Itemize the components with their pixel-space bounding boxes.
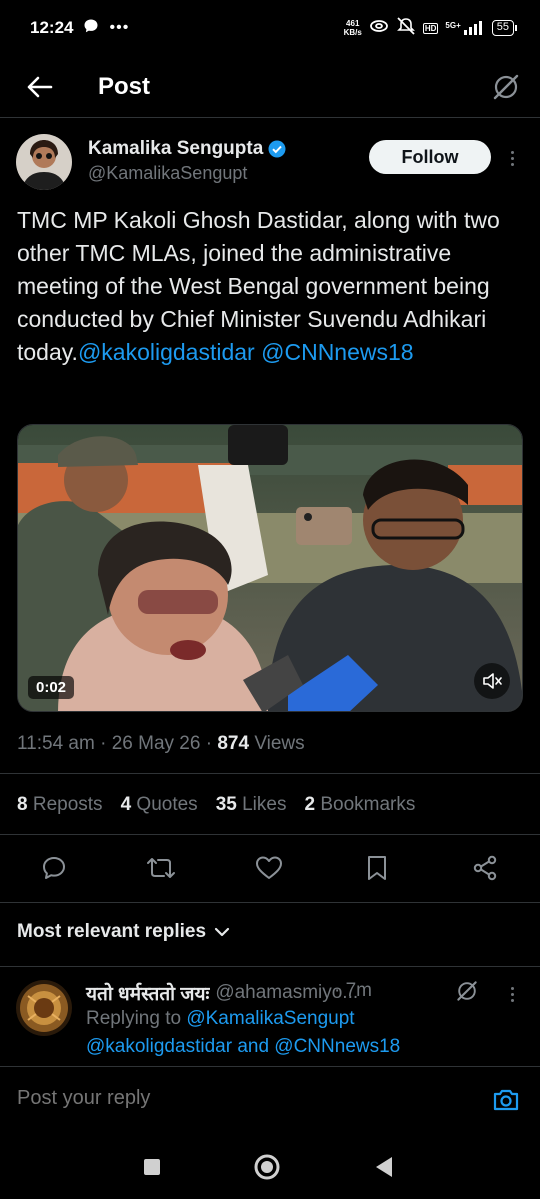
chevron-down-icon xyxy=(214,927,230,937)
heart-icon xyxy=(256,856,282,879)
bookmarks-stat[interactable]: 2 Bookmarks xyxy=(304,794,415,816)
camera-button[interactable] xyxy=(490,1085,522,1115)
replying-and: and xyxy=(237,1036,270,1057)
triangle-back-icon xyxy=(376,1157,392,1177)
chat-notification-icon xyxy=(83,18,99,39)
square-icon xyxy=(144,1159,160,1175)
more-options-button[interactable] xyxy=(502,144,522,172)
replying-prefix: Replying to xyxy=(86,1008,182,1029)
author-handle[interactable]: @KamalikaSengupt xyxy=(88,163,247,184)
divider xyxy=(0,966,540,967)
bookmarks-count: 2 xyxy=(304,794,316,815)
repost-button[interactable] xyxy=(143,850,179,886)
home-button[interactable] xyxy=(252,1152,282,1182)
network-label: 5G+ xyxy=(445,21,461,30)
bookmark-button[interactable] xyxy=(359,850,395,886)
divider xyxy=(0,773,540,774)
mute-status-icon xyxy=(396,16,416,40)
top-app-bar: Post xyxy=(0,56,540,118)
net-speed-unit: KB/s xyxy=(343,28,362,37)
reply-button[interactable] xyxy=(36,850,72,886)
post-author: Kamalika Sengupta @KamalikaSengupt Follo… xyxy=(16,134,524,194)
reply-more-button[interactable] xyxy=(502,982,522,1006)
follow-button[interactable]: Follow xyxy=(369,140,491,174)
reposts-stat[interactable]: 8 Reposts xyxy=(17,794,103,816)
author-name[interactable]: Kamalika Sengupta xyxy=(88,138,286,160)
reply-avatar[interactable] xyxy=(16,980,72,1036)
more-dots-icon xyxy=(510,986,514,990)
hd-icon: HD xyxy=(422,22,439,34)
replying-to-more[interactable]: @kakoligdastidar and @CNNnews18 xyxy=(86,1036,400,1058)
reply-item[interactable]: यतो धर्मस्ततो जयः @ahamasmiyo... · 7m Re… xyxy=(16,978,524,1062)
reposts-label: Reposts xyxy=(32,794,103,815)
like-button[interactable] xyxy=(251,850,287,886)
arrow-left-icon xyxy=(27,76,53,97)
system-nav-bar xyxy=(0,1134,540,1199)
reply-icon xyxy=(43,857,65,879)
quotes-stat[interactable]: 4 Quotes xyxy=(121,794,198,816)
post-actions xyxy=(0,850,540,886)
quotes-count: 4 xyxy=(120,794,132,815)
status-time: 12:24 xyxy=(30,18,74,37)
mention-link[interactable]: @kakoligdastidar xyxy=(78,339,255,365)
share-button[interactable] xyxy=(467,850,503,886)
divider xyxy=(0,902,540,903)
camera-icon xyxy=(493,1089,519,1111)
more-notifications-icon: ••• xyxy=(109,19,130,36)
author-name-text: Kamalika Sengupta xyxy=(88,138,264,159)
mention-link[interactable]: @CNNnews18 xyxy=(261,339,413,365)
replies-sort-label: Most relevant replies xyxy=(17,921,207,942)
reply-time: · 7m xyxy=(334,980,372,1001)
reply-grok-button[interactable] xyxy=(454,978,480,1004)
post-text: TMC MP Kakoli Ghosh Dastidar, along with… xyxy=(17,204,517,369)
likes-label: Likes xyxy=(242,794,287,815)
mention-link[interactable]: @CNNnews18 xyxy=(274,1036,400,1057)
video-thumbnail xyxy=(18,425,522,711)
author-avatar[interactable] xyxy=(16,134,72,190)
hotspot-icon xyxy=(369,18,389,39)
net-speed: 461 KB/s xyxy=(344,19,362,37)
back-button[interactable] xyxy=(20,67,60,107)
net-speed-value: 461 xyxy=(346,19,360,28)
page-title: Post xyxy=(98,72,151,100)
divider xyxy=(0,834,540,835)
reply-header: यतो धर्मस्ततो जयः @ahamasmiyo... xyxy=(86,980,358,1006)
post-stats: 8 Reposts 4 Quotes 35 Likes 2 Bookmarks xyxy=(17,794,415,816)
bookmarks-label: Bookmarks xyxy=(320,794,416,815)
grok-button[interactable] xyxy=(488,69,524,105)
replying-to: Replying to @KamalikaSengupt xyxy=(86,1008,355,1030)
grok-icon xyxy=(493,74,519,99)
views-count: 874 xyxy=(217,733,250,754)
reposts-count: 8 xyxy=(17,794,28,815)
bookmark-icon xyxy=(368,856,386,880)
quotes-label: Quotes xyxy=(136,794,198,815)
video-player[interactable]: 0:02 xyxy=(17,424,523,712)
likes-stat[interactable]: 35 Likes xyxy=(216,794,287,816)
mute-button[interactable] xyxy=(474,663,510,699)
post-metadata: 11:54 am · 26 May 26 · 874 Views xyxy=(17,733,305,754)
post-time: 11:54 am xyxy=(17,733,95,754)
views-label[interactable]: Views xyxy=(254,733,304,754)
battery-indicator: 55 xyxy=(491,20,518,36)
share-icon xyxy=(473,855,497,881)
signal-icon: 5G+ xyxy=(445,21,484,35)
speaker-muted-icon xyxy=(483,673,502,689)
recents-button[interactable] xyxy=(137,1152,167,1182)
status-bar: 12:24 ••• 461 KB/s HD 5G+ 55 xyxy=(0,0,540,56)
mention-link[interactable]: @kakoligdastidar xyxy=(86,1036,232,1057)
grok-icon xyxy=(457,981,477,1001)
repost-icon xyxy=(147,858,175,878)
post-date: 26 May 26 xyxy=(111,733,201,754)
back-nav-button[interactable] xyxy=(369,1152,399,1182)
replies-sort-dropdown[interactable]: Most relevant replies xyxy=(17,921,230,943)
reply-composer xyxy=(0,1066,540,1134)
likes-count: 35 xyxy=(215,794,237,815)
mention-link[interactable]: @KamalikaSengupt xyxy=(186,1008,354,1029)
more-dots-icon xyxy=(510,150,514,154)
reply-author-name[interactable]: यतो धर्मस्ततो जयः xyxy=(86,980,209,1006)
reply-input[interactable] xyxy=(17,1087,417,1110)
verified-badge-icon xyxy=(268,140,286,158)
video-duration: 0:02 xyxy=(28,676,75,699)
home-circle-icon xyxy=(254,1154,280,1180)
